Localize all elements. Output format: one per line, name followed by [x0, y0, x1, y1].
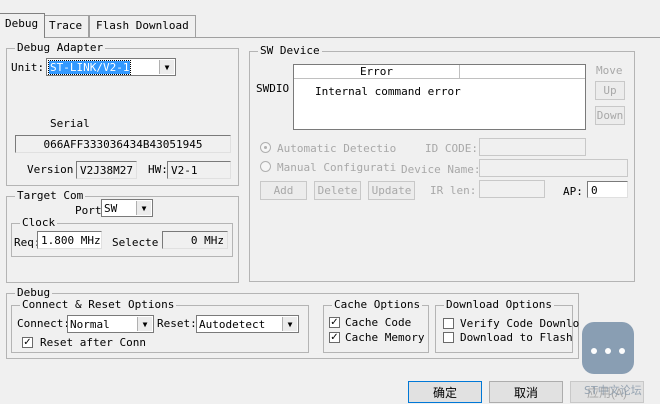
download-to-flash-label: Download to Flash	[460, 331, 573, 344]
download-to-flash-checkbox[interactable]	[443, 332, 454, 343]
tab-flash-download[interactable]: Flash Download	[89, 15, 196, 37]
cache-code-checkbox[interactable]: ✓	[329, 317, 340, 328]
clock-title: Clock	[20, 216, 58, 229]
connect-select[interactable]: Normal ▼	[67, 315, 154, 333]
reset-label: Reset:	[157, 317, 197, 330]
serial-field: 066AFF333036434B43051945	[15, 135, 231, 153]
version-label: Version:	[27, 163, 80, 176]
column-header-blank[interactable]	[460, 65, 585, 79]
hw-label: HW:	[148, 163, 168, 176]
id-code-label: ID CODE:	[425, 142, 478, 155]
connect-label: Connect:	[17, 317, 70, 330]
cache-code-label: Cache Code	[345, 316, 412, 329]
automatic-detection-radio[interactable]	[260, 142, 271, 153]
target-com-title: Target Com	[15, 189, 86, 202]
ir-len-field[interactable]	[479, 180, 545, 198]
move-down-button[interactable]: Down	[595, 106, 625, 125]
move-up-button[interactable]: Up	[595, 81, 625, 100]
unit-label: Unit:	[11, 61, 45, 74]
verify-code-download-label: Verify Code Downlo	[460, 317, 580, 330]
hw-field: V2-1	[167, 161, 231, 179]
selected-field: 0 MHz	[162, 231, 228, 249]
connect-reset-title: Connect & Reset Options	[20, 298, 177, 311]
device-name-field[interactable]	[479, 159, 628, 177]
ir-len-label: IR len:	[430, 184, 477, 197]
unit-select-value: ST-LINK/V2-1	[47, 60, 132, 75]
cache-memory-label: Cache Memory	[345, 331, 425, 344]
tab-strip-border	[0, 37, 660, 38]
unit-select[interactable]: ST-LINK/V2-1 ▼	[46, 58, 176, 76]
chat-dot-icon	[605, 348, 611, 354]
cache-options-group: Cache Options	[323, 298, 429, 353]
chevron-down-icon[interactable]: ▼	[136, 201, 151, 215]
device-table[interactable]: Error Internal command error	[293, 64, 586, 130]
cache-options-title: Cache Options	[332, 298, 423, 311]
cache-memory-checkbox[interactable]: ✓	[329, 332, 340, 343]
ap-label: AP:	[563, 185, 583, 198]
watermark-text: ST中文论坛	[584, 384, 642, 397]
manual-configuration-label: Manual Configurati	[277, 161, 397, 174]
device-name-label: Device Name:	[401, 163, 481, 176]
column-header-error[interactable]: Error	[294, 65, 460, 79]
automatic-detection-label: Automatic Detectio	[277, 142, 397, 155]
delete-button[interactable]: Delete	[314, 181, 361, 200]
reset-select[interactable]: Autodetect ▼	[196, 315, 299, 333]
ok-button[interactable]: 确定	[408, 381, 482, 403]
port-select[interactable]: SW ▼	[101, 199, 153, 217]
chevron-down-icon[interactable]: ▼	[137, 317, 152, 331]
debug-adapter-title: Debug Adapter	[15, 41, 106, 54]
chevron-down-icon[interactable]: ▼	[159, 60, 174, 74]
swdio-label: SWDIO	[256, 82, 290, 95]
reset-after-conn-label: Reset after Conn	[40, 336, 146, 349]
chevron-down-icon[interactable]: ▼	[282, 317, 297, 331]
update-button[interactable]: Update	[368, 181, 415, 200]
verify-code-download-checkbox[interactable]	[443, 318, 454, 329]
tab-trace[interactable]: Trace	[42, 15, 90, 37]
port-label: Port	[75, 204, 102, 217]
tab-debug[interactable]: Debug	[0, 13, 46, 38]
ap-field[interactable]: 0	[587, 181, 628, 198]
manual-configuration-radio[interactable]	[260, 161, 271, 172]
move-label: Move	[596, 64, 623, 77]
port-select-value: SW	[104, 202, 118, 215]
id-code-field[interactable]	[479, 138, 586, 156]
error-message: Internal command error	[315, 85, 461, 98]
chat-dot-icon	[619, 348, 625, 354]
download-options-title: Download Options	[444, 298, 554, 311]
connect-select-value: Normal	[70, 318, 110, 331]
selected-label: Selecte	[112, 236, 159, 249]
req-field[interactable]: 1.800 MHz	[37, 231, 102, 249]
chat-bubble-icon	[582, 322, 634, 374]
reset-select-value: Autodetect	[199, 318, 266, 331]
add-button[interactable]: Add	[260, 181, 307, 200]
version-field: V2J38M27	[76, 161, 137, 179]
sw-device-title: SW Device	[258, 44, 322, 57]
reset-after-conn-checkbox[interactable]: ✓	[22, 337, 33, 348]
serial-label: Serial	[50, 117, 90, 130]
cancel-button[interactable]: 取消	[489, 381, 563, 403]
chat-dot-icon	[591, 348, 597, 354]
